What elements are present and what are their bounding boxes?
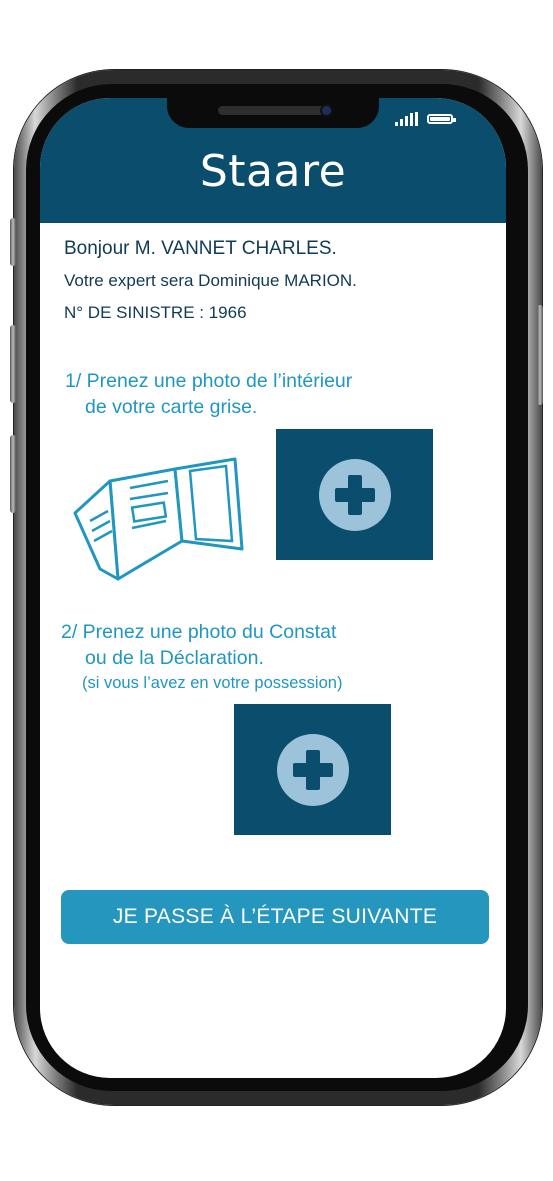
app-title: Staare bbox=[199, 146, 347, 197]
step1-line1: 1/ Prenez une photo de l’intérieur bbox=[65, 370, 353, 392]
step1-line2: de votre carte grise. bbox=[85, 396, 258, 418]
signal-icon bbox=[395, 112, 419, 126]
app-screen: Staare Bonjour M. VANNET CHARLES. Votre … bbox=[40, 98, 506, 1078]
plus-icon bbox=[318, 458, 391, 531]
step1-instruction: 1/ Prenez une photo de l’intérieur de vo… bbox=[65, 368, 352, 420]
greeting-text: Bonjour M. VANNET CHARLES. bbox=[64, 238, 337, 259]
volume-up-button bbox=[10, 325, 16, 403]
step2-hint: (si vous l’avez en votre possession) bbox=[82, 674, 343, 692]
registration-card-icon bbox=[73, 457, 244, 581]
step2-line2: ou de la Déclaration. bbox=[85, 647, 264, 669]
next-step-button[interactable]: JE PASSE À L’ÉTAPE SUIVANTE bbox=[61, 890, 489, 944]
battery-icon bbox=[427, 114, 456, 124]
speaker bbox=[218, 106, 330, 115]
step1-upload-button[interactable] bbox=[276, 429, 433, 560]
step2-line1: 2/ Prenez une photo du Constat bbox=[61, 621, 337, 643]
step2-upload-button[interactable] bbox=[234, 704, 391, 835]
plus-icon bbox=[276, 733, 349, 806]
silent-switch bbox=[10, 218, 16, 266]
volume-down-button bbox=[10, 435, 16, 513]
step2-instruction: 2/ Prenez une photo du Constat ou de la … bbox=[61, 619, 336, 671]
front-camera bbox=[322, 106, 331, 115]
claim-number-text: N° DE SINISTRE : 1966 bbox=[64, 303, 247, 322]
power-button bbox=[537, 305, 543, 405]
expert-text: Votre expert sera Dominique MARION. bbox=[64, 271, 357, 290]
